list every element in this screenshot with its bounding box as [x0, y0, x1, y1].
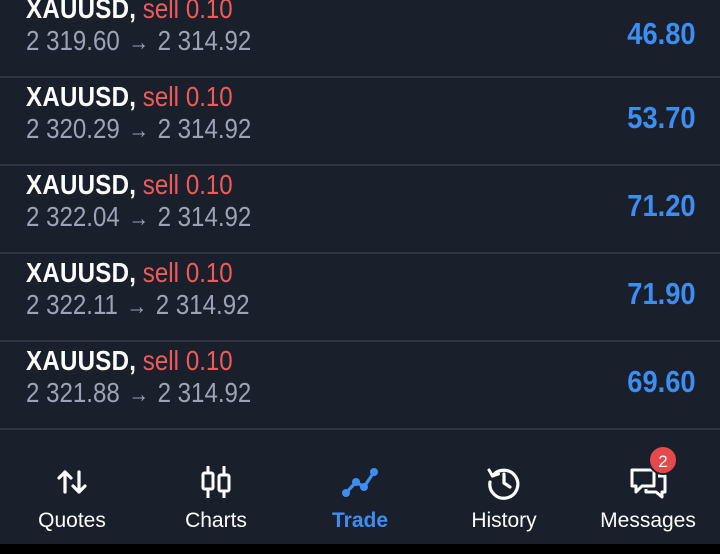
tab-quotes[interactable]: Quotes	[0, 432, 144, 544]
position-row[interactable]: XAUUSD, sell 0.10 2 319.60 → 2 314.92 46.80	[0, 0, 720, 78]
positions-list: XAUUSD, sell 0.10 2 319.60 → 2 314.92 46.80 …	[0, 0, 720, 430]
tab-charts[interactable]: Charts	[144, 432, 288, 544]
price-arrow-icon: →	[128, 29, 149, 56]
position-side: sell	[142, 0, 179, 24]
trade-line-icon	[342, 468, 378, 497]
position-symbol: XAUUSD	[26, 81, 130, 112]
history-clock-icon	[487, 468, 520, 500]
bottom-strip	[0, 544, 720, 554]
position-title: XAUUSD, sell 0.10	[26, 256, 233, 290]
price-arrow-icon: →	[128, 205, 149, 232]
title-comma: ,	[129, 345, 136, 376]
open-price: 2 320.29	[26, 113, 120, 144]
trade-screen: XAUUSD, sell 0.10 2 319.60 → 2 314.92 46.80 …	[0, 0, 720, 554]
open-price: 2 321.88	[26, 377, 120, 408]
price-arrow-icon: →	[128, 381, 149, 408]
tab-messages[interactable]: Messages	[576, 432, 720, 544]
position-prices: 2 321.88 → 2 314.92	[26, 376, 251, 412]
current-price: 2 314.92	[157, 201, 252, 232]
position-volume: 0.10	[185, 0, 233, 24]
position-volume: 0.10	[185, 345, 233, 376]
position-title: XAUUSD, sell 0.10	[26, 344, 233, 378]
position-profit: 71.20	[627, 188, 696, 223]
tab-label: Charts	[185, 509, 247, 532]
current-price: 2 314.92	[157, 25, 252, 56]
position-prices: 2 320.29 → 2 314.92	[26, 112, 251, 148]
position-volume: 0.10	[185, 169, 233, 200]
position-profit: 46.80	[627, 16, 696, 51]
position-prices: 2 319.60 → 2 314.92	[26, 24, 251, 60]
position-title: XAUUSD, sell 0.10	[26, 168, 233, 202]
position-profit: 69.60	[627, 364, 696, 399]
bottom-tab-bar: Quotes Charts Trade History Messages	[0, 432, 720, 544]
tab-label: Trade	[331, 509, 389, 532]
tab-label: Messages	[600, 509, 696, 532]
tab-label: Quotes	[38, 509, 106, 532]
open-price: 2 322.11	[26, 289, 118, 320]
position-prices: 2 322.04 → 2 314.92	[26, 200, 251, 236]
quotes-arrows-icon	[57, 470, 87, 494]
current-price: 2 314.92	[157, 113, 252, 144]
position-side: sell	[142, 257, 179, 288]
position-symbol: XAUUSD	[26, 345, 130, 376]
open-price: 2 322.04	[26, 201, 120, 232]
price-arrow-icon: →	[128, 117, 149, 144]
position-row[interactable]: XAUUSD, sell 0.10 2 322.11 → 2 314.92 71.90	[0, 254, 720, 342]
position-row[interactable]: XAUUSD, sell 0.10 2 321.88 → 2 314.92 69.60	[0, 342, 720, 430]
tab-label: History	[471, 509, 537, 532]
position-title: XAUUSD, sell 0.10	[26, 80, 233, 114]
position-row[interactable]: XAUUSD, sell 0.10 2 322.04 → 2 314.92 71.20	[0, 166, 720, 254]
price-arrow-icon: →	[126, 293, 148, 320]
position-symbol: XAUUSD	[26, 169, 130, 200]
title-comma: ,	[129, 0, 136, 24]
title-comma: ,	[129, 257, 136, 288]
position-profit: 53.70	[627, 100, 696, 135]
position-profit: 71.90	[627, 276, 696, 311]
title-comma: ,	[129, 81, 136, 112]
position-side: sell	[142, 169, 179, 200]
position-side: sell	[142, 345, 179, 376]
position-symbol: XAUUSD	[26, 0, 130, 24]
messages-badge: 2	[648, 445, 678, 475]
current-price: 2 314.92	[157, 377, 252, 408]
candlestick-icon	[201, 466, 231, 498]
position-title: XAUUSD, sell 0.10	[26, 0, 233, 26]
position-volume: 0.10	[185, 81, 233, 112]
open-price: 2 319.60	[26, 25, 120, 56]
tab-history[interactable]: History	[432, 432, 576, 544]
tab-trade[interactable]: Trade	[288, 432, 432, 544]
position-side: sell	[142, 81, 179, 112]
current-price: 2 314.92	[155, 289, 250, 320]
position-row[interactable]: XAUUSD, sell 0.10 2 320.29 → 2 314.92 53.70	[0, 78, 720, 166]
position-prices: 2 322.11 → 2 314.92	[26, 288, 250, 324]
position-symbol: XAUUSD	[26, 257, 130, 288]
position-volume: 0.10	[185, 257, 233, 288]
title-comma: ,	[129, 169, 136, 200]
